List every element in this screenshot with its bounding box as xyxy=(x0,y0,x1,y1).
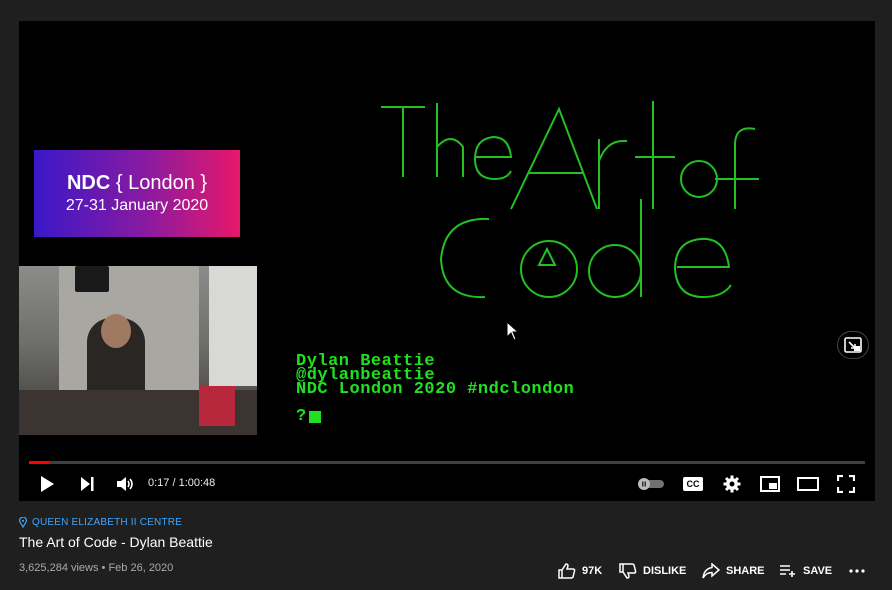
time-display: 0:17 / 1:00:48 xyxy=(148,477,216,489)
autoplay-toggle-icon xyxy=(638,478,664,490)
progress-played xyxy=(29,461,50,464)
progress-bar[interactable] xyxy=(29,461,865,464)
settings-button[interactable] xyxy=(719,471,745,497)
video-title: The Art of Code - Dylan Beattie xyxy=(19,534,213,550)
ndc-dates: 27-31 January 2020 xyxy=(65,196,209,214)
terminal-cursor xyxy=(308,411,321,423)
theater-icon xyxy=(797,477,819,491)
video-info: QUEEN ELIZABETH II CENTRE The Art of Cod… xyxy=(19,517,875,579)
terminal-line-event: NDC London 2020 #ndclondon xyxy=(296,380,575,399)
location-label: QUEEN ELIZABETH II CENTRE xyxy=(32,517,183,528)
share-icon xyxy=(702,563,720,579)
ndc-brand: NDC xyxy=(66,171,111,194)
miniplayer-button[interactable] xyxy=(757,471,783,497)
settings-icon xyxy=(723,475,741,493)
captions-button[interactable]: CC xyxy=(680,471,706,497)
thumbs-down-icon xyxy=(619,563,637,579)
autoplay-toggle[interactable] xyxy=(635,471,667,497)
more-actions-button[interactable] xyxy=(849,560,865,582)
captions-label: CC xyxy=(686,479,700,489)
terminal-prompt: ? xyxy=(296,407,574,426)
fullscreen-button[interactable] xyxy=(833,471,859,497)
next-icon xyxy=(81,477,94,491)
play-icon xyxy=(41,476,54,492)
playlist-add-icon xyxy=(780,565,795,577)
theater-button[interactable] xyxy=(795,471,821,497)
player-controls: 0:17 / 1:00:48 CC xyxy=(19,471,875,497)
ndc-london-badge: NDC { London } 27-31 January 2020 xyxy=(34,150,240,237)
captions-icon: CC xyxy=(683,477,703,491)
video-meta: 3,625,284 views • Feb 26, 2020 xyxy=(19,562,174,574)
ndc-event-title: NDC { London } xyxy=(67,171,207,195)
thumbs-up-icon xyxy=(558,563,576,579)
miniplayer-expand-button[interactable] xyxy=(837,331,869,359)
ndc-event: { London } xyxy=(115,171,208,194)
save-button[interactable]: SAVE xyxy=(779,560,832,582)
mouse-cursor-icon xyxy=(506,321,520,341)
volume-icon xyxy=(117,477,133,491)
dislike-label: DISLIKE xyxy=(643,565,687,577)
fullscreen-icon xyxy=(837,475,855,493)
share-label: SHARE xyxy=(726,565,765,577)
like-count: 97K xyxy=(582,565,603,577)
miniplayer-icon xyxy=(760,476,780,492)
location-link[interactable]: QUEEN ELIZABETH II CENTRE xyxy=(19,517,875,528)
terminal-text: Dylan Beattie @dylanbeattie NDC London 2… xyxy=(296,353,575,426)
more-horizontal-icon xyxy=(849,569,865,573)
terminal-prompt-symbol: ? xyxy=(296,407,307,426)
dislike-button[interactable]: DISLIKE xyxy=(619,560,686,582)
share-button[interactable]: SHARE xyxy=(702,560,765,582)
miniplayer-expand-icon xyxy=(844,337,862,353)
mute-button[interactable] xyxy=(113,471,137,497)
wall-speaker xyxy=(75,266,109,292)
speaker-camera-feed xyxy=(19,266,257,435)
video-player[interactable]: NDC { London } 27-31 January 2020 Dylan … xyxy=(19,21,875,501)
play-button[interactable] xyxy=(35,471,59,497)
art-of-code-title-art xyxy=(381,101,759,299)
next-button[interactable] xyxy=(75,471,99,497)
like-button[interactable]: 97K xyxy=(558,560,602,582)
save-label: SAVE xyxy=(803,565,833,577)
location-pin-icon xyxy=(19,517,27,528)
